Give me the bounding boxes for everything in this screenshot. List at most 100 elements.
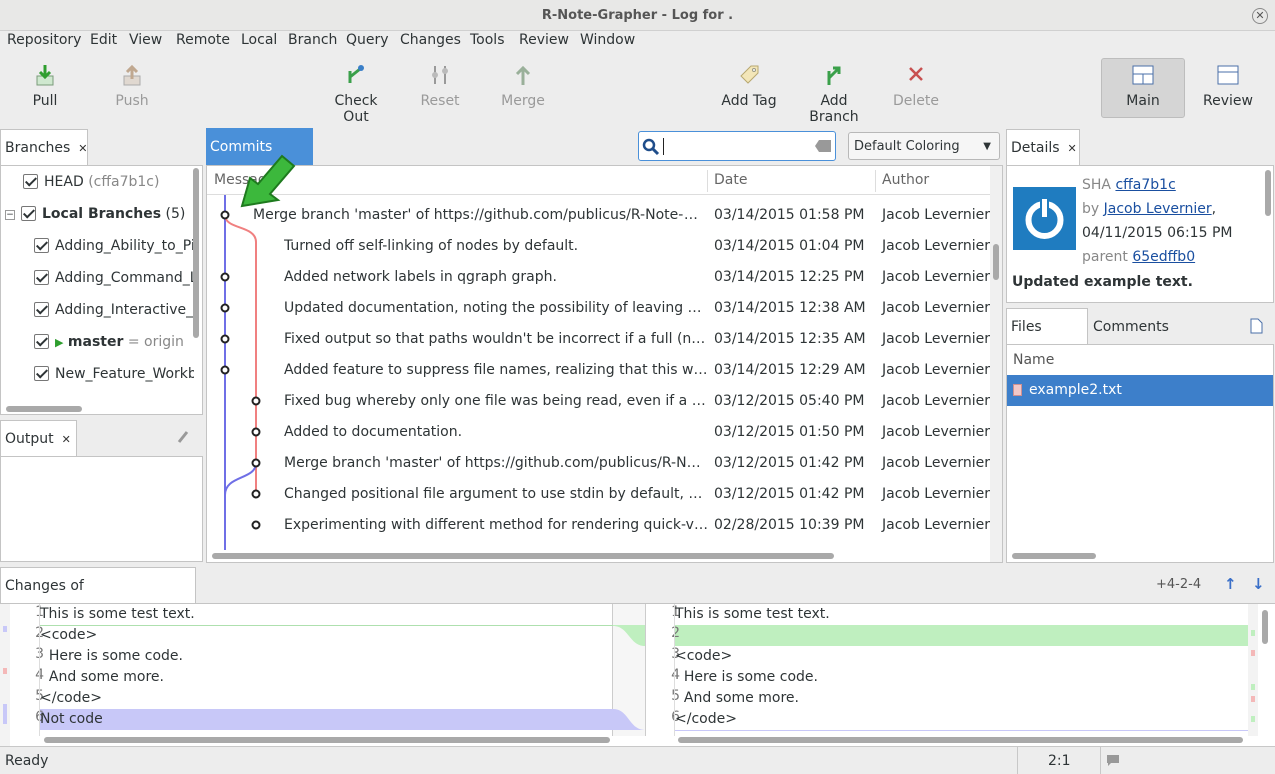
menu-window[interactable]: Window — [580, 32, 635, 48]
review-view-button[interactable]: Review — [1203, 63, 1253, 109]
tree-item-head[interactable]: HEAD (cffa7b1c) — [23, 166, 159, 198]
branch-checkbox[interactable] — [34, 302, 49, 317]
menu-repository[interactable]: Repository — [7, 32, 81, 48]
commit-row[interactable]: Merge branch 'master' of https://github.… — [207, 448, 990, 479]
add-tag-button[interactable]: Add Tag — [721, 63, 777, 109]
diff-line[interactable]: Not code — [40, 709, 103, 730]
search-input[interactable] — [638, 131, 836, 161]
commit-row[interactable]: Added to documentation. 03/12/2015 01:50 … — [207, 417, 990, 448]
commit-row[interactable]: Turned off self-linking of nodes by defa… — [207, 231, 991, 262]
file-icon[interactable] — [1250, 318, 1263, 334]
menu-query[interactable]: Query — [346, 32, 389, 48]
branches-scrollbar-v[interactable] — [193, 168, 199, 338]
menu-review[interactable]: Review — [519, 32, 569, 48]
close-icon[interactable]: ✕ — [78, 142, 87, 155]
file-row[interactable]: example2.txt — [1007, 375, 1273, 406]
tree-item-branch[interactable]: Adding_Command_Li — [34, 262, 194, 294]
add-branch-label: Add Branch — [809, 93, 859, 125]
branch-checkbox[interactable] — [34, 334, 49, 349]
commits-scrollbar-v[interactable] — [993, 244, 999, 280]
tab-changes[interactable]: Changes of example2.txt✕ — [0, 567, 196, 630]
menu-remote[interactable]: Remote — [176, 32, 230, 48]
coloring-select[interactable]: Default Coloring ▼ — [848, 132, 1000, 160]
window-title: R-Note-Grapher - Log for . — [541, 8, 734, 23]
close-icon[interactable]: ✕ — [62, 433, 71, 446]
parent-link[interactable]: 65edffb0 — [1132, 249, 1195, 265]
tree-item-local-branches[interactable]: − Local Branches (5) — [5, 198, 185, 230]
previous-change-icon[interactable]: ↑ — [1224, 575, 1237, 593]
commit-row[interactable]: Fixed output so that paths wouldn't be i… — [207, 324, 990, 355]
commits-scrollbar-h[interactable] — [212, 553, 834, 559]
branch-checkbox[interactable] — [34, 238, 49, 253]
commit-author: Jacob Levernier — [882, 238, 991, 254]
commit-row[interactable]: Experimenting with different method for … — [207, 510, 990, 541]
check-out-button[interactable]: Check Out — [320, 63, 392, 125]
author-link[interactable]: Jacob Levernier — [1104, 201, 1212, 217]
files-scrollbar-h[interactable] — [1012, 553, 1096, 559]
merge-button[interactable]: Merge — [500, 63, 546, 109]
menu-local[interactable]: Local — [241, 32, 277, 48]
diff-line[interactable]: </code> — [675, 709, 737, 730]
delete-button[interactable]: Delete — [893, 63, 939, 109]
diff-line[interactable]: And some more. — [40, 667, 164, 688]
tab-branches[interactable]: Branches ✕ — [0, 129, 88, 165]
commit-date: 03/12/2015 01:42 PM — [714, 455, 865, 471]
add-branch-button[interactable]: Add Branch — [796, 63, 872, 125]
diff-line[interactable]: </code> — [40, 688, 102, 709]
reset-button[interactable]: Reset — [418, 63, 462, 109]
sha-link[interactable]: cffa7b1c — [1115, 177, 1175, 193]
menu-view[interactable]: View — [129, 32, 162, 48]
menu-edit[interactable]: Edit — [90, 32, 117, 48]
notification-icon[interactable] — [1106, 754, 1120, 767]
diff-line[interactable]: Here is some code. — [675, 667, 818, 688]
commit-row[interactable]: Changed positional file argument to use … — [207, 479, 990, 510]
tree-item-branch[interactable]: Adding_Ability_to_Pi — [34, 230, 194, 262]
diff-stats: +4-2-4 — [1156, 577, 1202, 592]
diff-scrollbar-v[interactable] — [1262, 610, 1268, 644]
menu-changes[interactable]: Changes — [400, 32, 461, 48]
branches-scrollbar-h[interactable] — [6, 406, 82, 412]
diff-line[interactable]: This is some test text. — [675, 604, 830, 625]
column-author[interactable]: Author — [882, 166, 929, 195]
main-view-label-group[interactable]: Main — [1101, 63, 1185, 109]
branch-checkbox[interactable] — [34, 270, 49, 285]
diff-line[interactable]: <code> — [675, 646, 732, 667]
head-label: HEAD — [44, 174, 84, 190]
pull-button[interactable]: Pull — [29, 63, 61, 109]
tree-item-branch[interactable]: New_Feature_Workb — [34, 358, 194, 390]
clear-search-icon[interactable] — [815, 140, 831, 152]
menu-branch[interactable]: Branch — [288, 32, 337, 48]
tab-output[interactable]: Output ✕ — [0, 420, 77, 456]
column-date[interactable]: Date — [714, 166, 747, 195]
tab-details[interactable]: Details ✕ — [1006, 129, 1080, 165]
commit-date-detail: 04/11/2015 06:15 PM — [1082, 225, 1233, 241]
close-window-button[interactable]: ✕ — [1252, 8, 1268, 24]
next-change-icon[interactable]: ↓ — [1252, 575, 1265, 593]
tree-item-branch[interactable]: Adding_Interactive_C — [34, 294, 194, 326]
local-branches-checkbox[interactable] — [21, 206, 36, 221]
diff-right-scrollbar-h[interactable] — [678, 737, 1243, 743]
diff-line[interactable]: And some more. — [675, 688, 799, 709]
collapse-icon[interactable]: − — [5, 210, 15, 220]
head-checkbox[interactable] — [23, 174, 38, 189]
reset-icon — [432, 66, 448, 84]
commit-row[interactable]: Added network labels in qgraph graph. 03/… — [207, 262, 990, 293]
column-name[interactable]: Name — [1013, 345, 1054, 375]
diff-line[interactable]: <code> — [40, 625, 97, 646]
diff-line[interactable]: Here is some code. — [40, 646, 183, 667]
close-icon[interactable]: ✕ — [1068, 142, 1077, 155]
tree-item-master[interactable]: ▶ master = origin — [34, 326, 194, 358]
diff-line[interactable]: This is some test text. — [40, 604, 195, 625]
details-scrollbar-v[interactable] — [1265, 170, 1271, 216]
tab-files[interactable]: Files (1)✕ — [1006, 308, 1088, 371]
push-button[interactable]: Push — [113, 63, 151, 109]
commit-row[interactable]: Updated documentation, noting the possib… — [207, 293, 990, 324]
branch-checkbox[interactable] — [34, 366, 49, 381]
menu-tools[interactable]: Tools — [470, 32, 505, 48]
commit-row[interactable]: Fixed bug whereby only one file was bein… — [207, 386, 990, 417]
commit-row[interactable]: Added feature to suppress file names, re… — [207, 355, 990, 386]
commit-row[interactable]: Merge branch 'master' of https://github.… — [207, 200, 990, 231]
tab-comments[interactable]: Comments — [1093, 308, 1169, 344]
clear-output-icon[interactable] — [176, 430, 190, 444]
diff-left-scrollbar-h[interactable] — [44, 737, 610, 743]
